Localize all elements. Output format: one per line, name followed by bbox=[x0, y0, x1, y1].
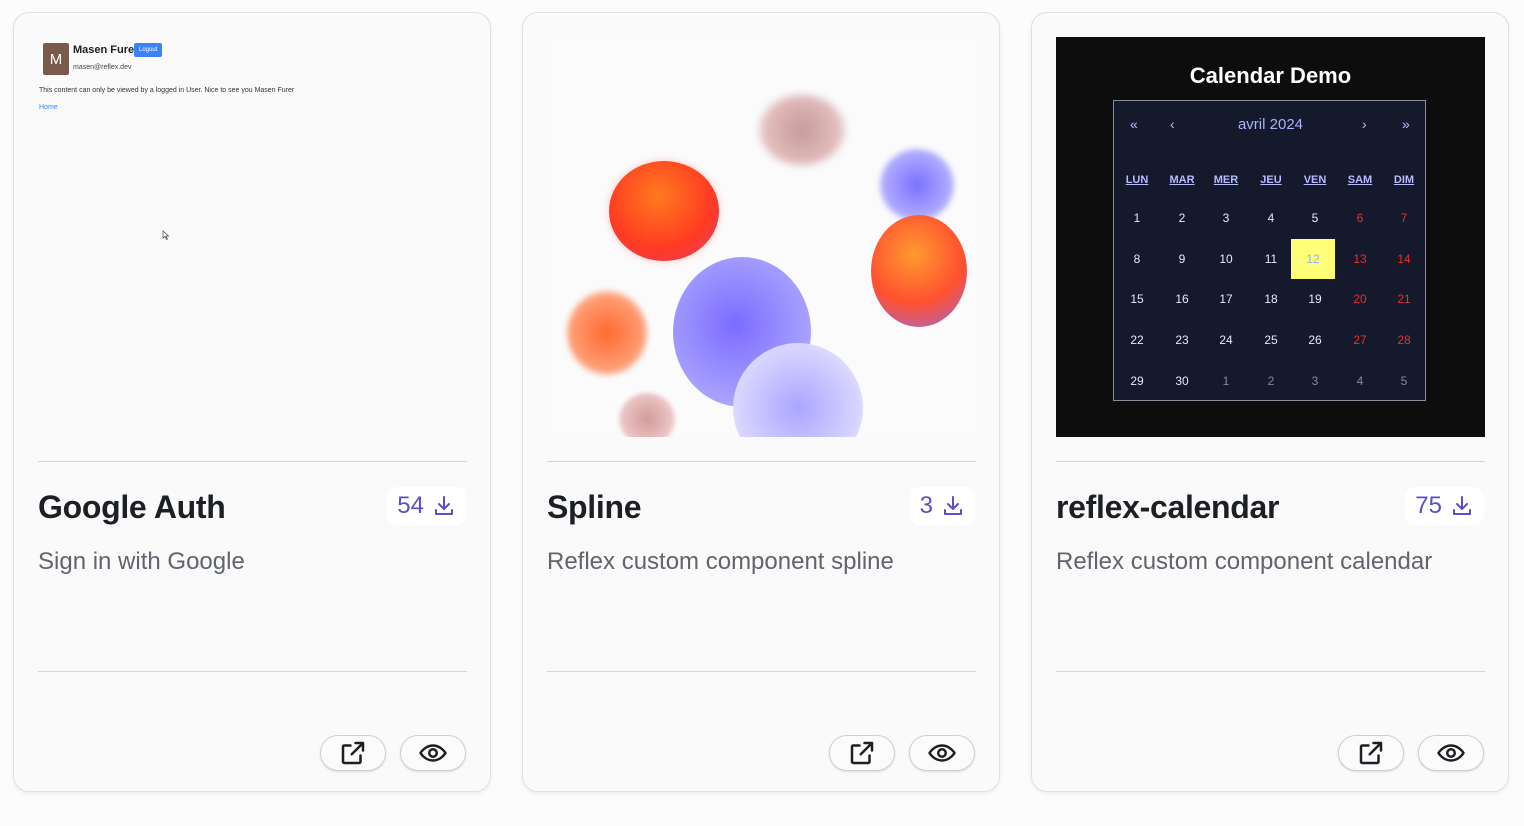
blob-shape bbox=[871, 215, 967, 327]
component-card-spline[interactable]: Spline 3 Reflex custom component spline bbox=[522, 12, 1000, 792]
weekday-header: LUN bbox=[1125, 174, 1149, 186]
calendar-day[interactable]: 8 bbox=[1115, 252, 1159, 266]
divider bbox=[547, 461, 976, 462]
weekday-header: MAR bbox=[1169, 174, 1195, 186]
calendar-day[interactable]: 27 bbox=[1338, 333, 1382, 347]
blob-shape bbox=[619, 393, 675, 437]
download-count-badge: 54 bbox=[387, 487, 466, 525]
preview-button[interactable] bbox=[909, 735, 975, 771]
calendar-day[interactable]: 4 bbox=[1338, 374, 1382, 388]
calendar-day[interactable]: 25 bbox=[1249, 333, 1293, 347]
weekday-header: JEU bbox=[1260, 174, 1282, 186]
calendar-day[interactable]: 1 bbox=[1204, 374, 1248, 388]
calendar-day[interactable]: 26 bbox=[1293, 333, 1337, 347]
calendar-day[interactable]: 22 bbox=[1115, 333, 1159, 347]
calendar-day[interactable]: 9 bbox=[1160, 252, 1204, 266]
calendar-day[interactable]: 6 bbox=[1338, 211, 1382, 225]
divider bbox=[1056, 461, 1485, 462]
calendar-day[interactable]: 2 bbox=[1160, 211, 1204, 225]
calendar-day[interactable]: 3 bbox=[1204, 211, 1248, 225]
calendar-day[interactable]: 18 bbox=[1249, 292, 1293, 306]
weekday-header: MER bbox=[1213, 174, 1239, 186]
calendar-day[interactable]: 19 bbox=[1293, 292, 1337, 306]
preview-image: M Masen Furer Logout masen@reflex.dev Th… bbox=[38, 37, 467, 437]
calendar-day[interactable]: 14 bbox=[1382, 252, 1426, 266]
divider bbox=[1056, 671, 1485, 672]
preview-home-link: Home bbox=[39, 104, 58, 111]
download-count: 54 bbox=[397, 492, 424, 519]
card-description: Reflex custom component spline bbox=[547, 548, 894, 575]
calendar-day[interactable]: 17 bbox=[1204, 292, 1248, 306]
calendar-day[interactable]: 3 bbox=[1293, 374, 1337, 388]
calendar-day[interactable]: 10 bbox=[1204, 252, 1248, 266]
download-icon bbox=[944, 496, 962, 515]
preview-button[interactable] bbox=[400, 735, 466, 771]
preview-button[interactable] bbox=[1418, 735, 1484, 771]
calendar-day[interactable]: 21 bbox=[1382, 292, 1426, 306]
blob-shape bbox=[609, 161, 719, 261]
eye-icon bbox=[928, 744, 956, 762]
preview-email: masen@reflex.dev bbox=[73, 64, 132, 71]
calendar-day[interactable]: 11 bbox=[1249, 252, 1293, 266]
calendar-heading: Calendar Demo bbox=[1189, 63, 1352, 88]
calendar-day[interactable]: 15 bbox=[1115, 292, 1159, 306]
open-link-button[interactable] bbox=[320, 735, 386, 771]
next-year-icon: » bbox=[1402, 116, 1410, 132]
download-icon bbox=[1453, 496, 1471, 515]
divider bbox=[38, 671, 467, 672]
calendar-day[interactable]: 7 bbox=[1382, 211, 1426, 225]
calendar-day[interactable]: 1 bbox=[1115, 211, 1159, 225]
preview-logout-button: Logout bbox=[134, 43, 163, 57]
calendar-day[interactable]: 20 bbox=[1338, 292, 1382, 306]
blob-shape bbox=[880, 149, 954, 221]
eye-icon bbox=[1437, 744, 1465, 762]
card-description: Sign in with Google bbox=[38, 548, 245, 575]
divider bbox=[547, 671, 976, 672]
component-card-reflex-calendar[interactable]: Calendar Demo « ‹ avril 2024 › » LUN MAR M… bbox=[1031, 12, 1509, 792]
calendar-day[interactable]: 5 bbox=[1293, 211, 1337, 225]
card-title[interactable]: Google Auth bbox=[38, 489, 226, 526]
download-count: 3 bbox=[919, 492, 933, 519]
calendar-day[interactable]: 2 bbox=[1249, 374, 1293, 388]
calendar-month: avril 2024 bbox=[1237, 116, 1304, 133]
component-card-google-auth[interactable]: M Masen Furer Logout masen@reflex.dev Th… bbox=[13, 12, 491, 792]
card-title[interactable]: reflex-calendar bbox=[1056, 489, 1279, 526]
download-icon bbox=[435, 496, 453, 515]
open-link-button[interactable] bbox=[829, 735, 895, 771]
calendar-day[interactable]: 30 bbox=[1160, 374, 1204, 388]
card-title[interactable]: Spline bbox=[547, 489, 642, 526]
open-link-button[interactable] bbox=[1338, 735, 1404, 771]
card-description: Reflex custom component calendar bbox=[1056, 548, 1433, 575]
calendar-day[interactable]: 13 bbox=[1338, 252, 1382, 266]
calendar-day[interactable]: 24 bbox=[1204, 333, 1248, 347]
calendar-day[interactable]: 28 bbox=[1382, 333, 1426, 347]
weekday-header: DIM bbox=[1393, 174, 1415, 186]
weekday-header: SAM bbox=[1347, 174, 1373, 186]
calendar-day[interactable]: 12 bbox=[1291, 238, 1335, 279]
calendar-day[interactable]: 23 bbox=[1160, 333, 1204, 347]
eye-icon bbox=[419, 744, 447, 762]
external-link-icon bbox=[1359, 741, 1383, 765]
external-link-icon bbox=[341, 741, 365, 765]
calendar-day[interactable]: 16 bbox=[1160, 292, 1204, 306]
preview-image bbox=[547, 37, 976, 437]
external-link-icon bbox=[850, 741, 874, 765]
next-month-icon: › bbox=[1362, 116, 1367, 132]
preview-message: This content can only be viewed by a log… bbox=[39, 87, 295, 94]
weekday-header: VEN bbox=[1303, 174, 1327, 186]
divider bbox=[38, 461, 467, 462]
avatar: M bbox=[43, 43, 69, 75]
blob-shape bbox=[759, 95, 845, 165]
calendar-day[interactable]: 5 bbox=[1382, 374, 1426, 388]
calendar-widget: « ‹ avril 2024 › » LUN MAR MER JEU VEN SAM DIM… bbox=[1113, 100, 1426, 401]
calendar-day[interactable]: 4 bbox=[1249, 211, 1293, 225]
preview-image: Calendar Demo « ‹ avril 2024 › » LUN MAR M… bbox=[1056, 37, 1485, 437]
download-count: 75 bbox=[1415, 492, 1442, 519]
pointer-cursor-icon bbox=[162, 230, 170, 240]
download-count-badge: 75 bbox=[1405, 487, 1484, 525]
calendar-day[interactable]: 29 bbox=[1115, 374, 1159, 388]
preview-user-name: Masen Furer bbox=[73, 44, 139, 56]
download-count-badge: 3 bbox=[909, 487, 975, 525]
blob-shape bbox=[567, 291, 647, 375]
